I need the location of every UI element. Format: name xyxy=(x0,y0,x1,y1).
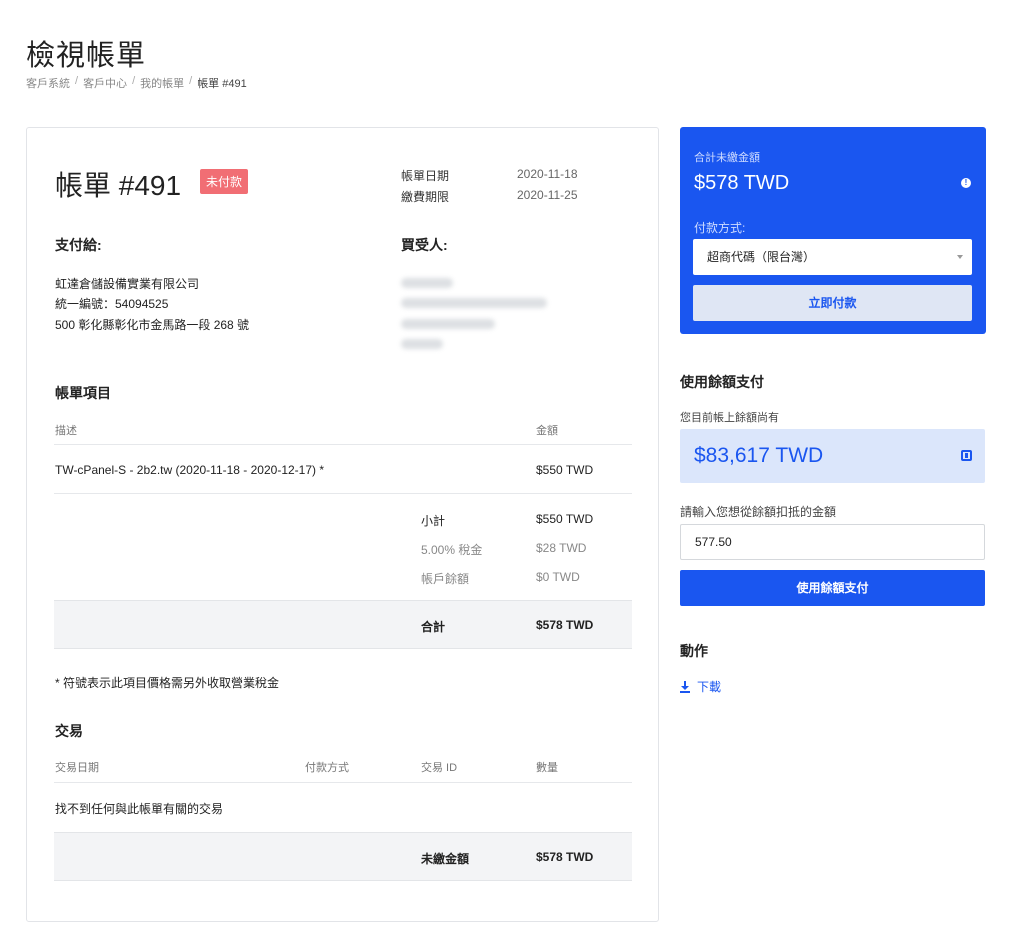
tax-note: * 符號表示此項目價格需另外收取營業稅金 xyxy=(55,676,280,690)
breadcrumb-item-client-area[interactable]: 客戶系統 xyxy=(26,75,70,91)
credit-balance-label: 您目前帳上餘額尚有 xyxy=(680,412,779,424)
pay-now-button[interactable]: 立即付款 xyxy=(693,285,972,321)
method-label: 付款方式: xyxy=(694,221,746,235)
page-title: 檢視帳單 xyxy=(26,40,147,72)
due-label: 合計未繳金額 xyxy=(694,152,760,164)
tx-empty-message: 找不到任何與此帳單有關的交易 xyxy=(55,802,224,816)
credit-balance-amount: $83,617 TWD xyxy=(694,444,824,467)
redacted-line xyxy=(401,339,443,349)
pay-to-heading: 支付給: xyxy=(55,237,102,253)
status-badge: 未付款 xyxy=(200,169,249,194)
subtotal-value: $550 TWD xyxy=(536,512,594,526)
credit-pay-heading: 使用餘額支付 xyxy=(680,374,764,390)
redacted-line xyxy=(401,319,495,329)
redacted-line xyxy=(401,278,453,288)
divider xyxy=(54,493,632,494)
redacted-line xyxy=(401,298,547,308)
actions-heading: 動作 xyxy=(680,643,708,659)
pay-to-address: 500 彰化縣彰化市金馬路一段 268 號 xyxy=(55,318,250,332)
total-value: $578 TWD xyxy=(536,618,594,632)
breadcrumb: 客戶系統 / 客戶中心 / 我的帳單 / 帳單 #491 xyxy=(26,75,247,91)
credit-amount-input[interactable]: 577.50 xyxy=(680,524,985,560)
total-label: 合計 xyxy=(421,620,446,634)
download-icon xyxy=(680,681,690,693)
balance-value: $578 TWD xyxy=(536,850,594,864)
breadcrumb-item-current: 帳單 #491 xyxy=(197,78,247,90)
pay-to-company: 虹達倉儲設備實業有限公司 xyxy=(55,277,200,291)
wallet-icon xyxy=(961,450,972,461)
due-amount: $578 TWD xyxy=(694,172,790,194)
divider xyxy=(54,444,632,445)
chevron-down-icon xyxy=(957,255,963,259)
info-icon[interactable]: ! xyxy=(961,178,971,188)
apply-credit-button[interactable]: 使用餘額支付 xyxy=(680,570,985,606)
breadcrumb-item-my-invoices[interactable]: 我的帳單 xyxy=(140,75,184,91)
transactions-heading: 交易 xyxy=(55,723,83,739)
balance-label: 未繳金額 xyxy=(421,852,470,866)
invoice-date-label: 帳單日期 xyxy=(401,169,450,183)
payment-method-value: 超商代碼（限台灣） xyxy=(707,250,816,264)
invoice-card: 帳單 #491 未付款 帳單日期 2020-11-18 繳費期限 2020-11… xyxy=(26,127,659,922)
credit-value: $0 TWD xyxy=(536,570,580,584)
item-amount: $550 TWD xyxy=(536,463,594,477)
invoiced-to-heading: 買受人: xyxy=(401,237,448,253)
tx-col-date: 交易日期 xyxy=(55,762,99,774)
subtotal-label: 小計 xyxy=(421,514,446,528)
col-amount: 金額 xyxy=(536,425,558,437)
tx-col-gateway: 付款方式 xyxy=(305,762,349,774)
breadcrumb-item-portal-home[interactable]: 客戶中心 xyxy=(83,75,127,91)
credit-input-label: 請輸入您想從餘額扣抵的金額 xyxy=(680,505,837,519)
items-heading: 帳單項目 xyxy=(55,385,111,401)
tax-value: $28 TWD xyxy=(536,541,587,555)
credit-balance-box: $83,617 TWD xyxy=(680,429,985,483)
credit-label: 帳戶餘額 xyxy=(421,572,470,586)
payment-panel: 合計未繳金額 $578 TWD ! 付款方式: 超商代碼（限台灣） 立即付款 xyxy=(680,127,986,334)
due-date-value: 2020-11-25 xyxy=(517,188,578,202)
invoice-title: 帳單 #491 xyxy=(55,170,182,201)
divider xyxy=(54,782,632,783)
item-description: TW-cPanel-S - 2b2.tw (2020-11-18 - 2020-… xyxy=(55,463,325,477)
download-label: 下載 xyxy=(697,680,722,694)
due-date-label: 繳費期限 xyxy=(401,190,450,204)
invoice-date-value: 2020-11-18 xyxy=(517,167,578,181)
payment-method-select[interactable]: 超商代碼（限台灣） xyxy=(693,239,972,275)
download-link[interactable]: 下載 xyxy=(680,678,721,695)
col-description: 描述 xyxy=(55,425,77,437)
tx-col-id: 交易 ID xyxy=(421,762,458,774)
pay-to-tax-id: 統一編號：54094525 xyxy=(55,297,169,311)
tx-col-amount: 數量 xyxy=(536,762,558,774)
tax-label: 5.00% 稅金 xyxy=(421,543,483,557)
